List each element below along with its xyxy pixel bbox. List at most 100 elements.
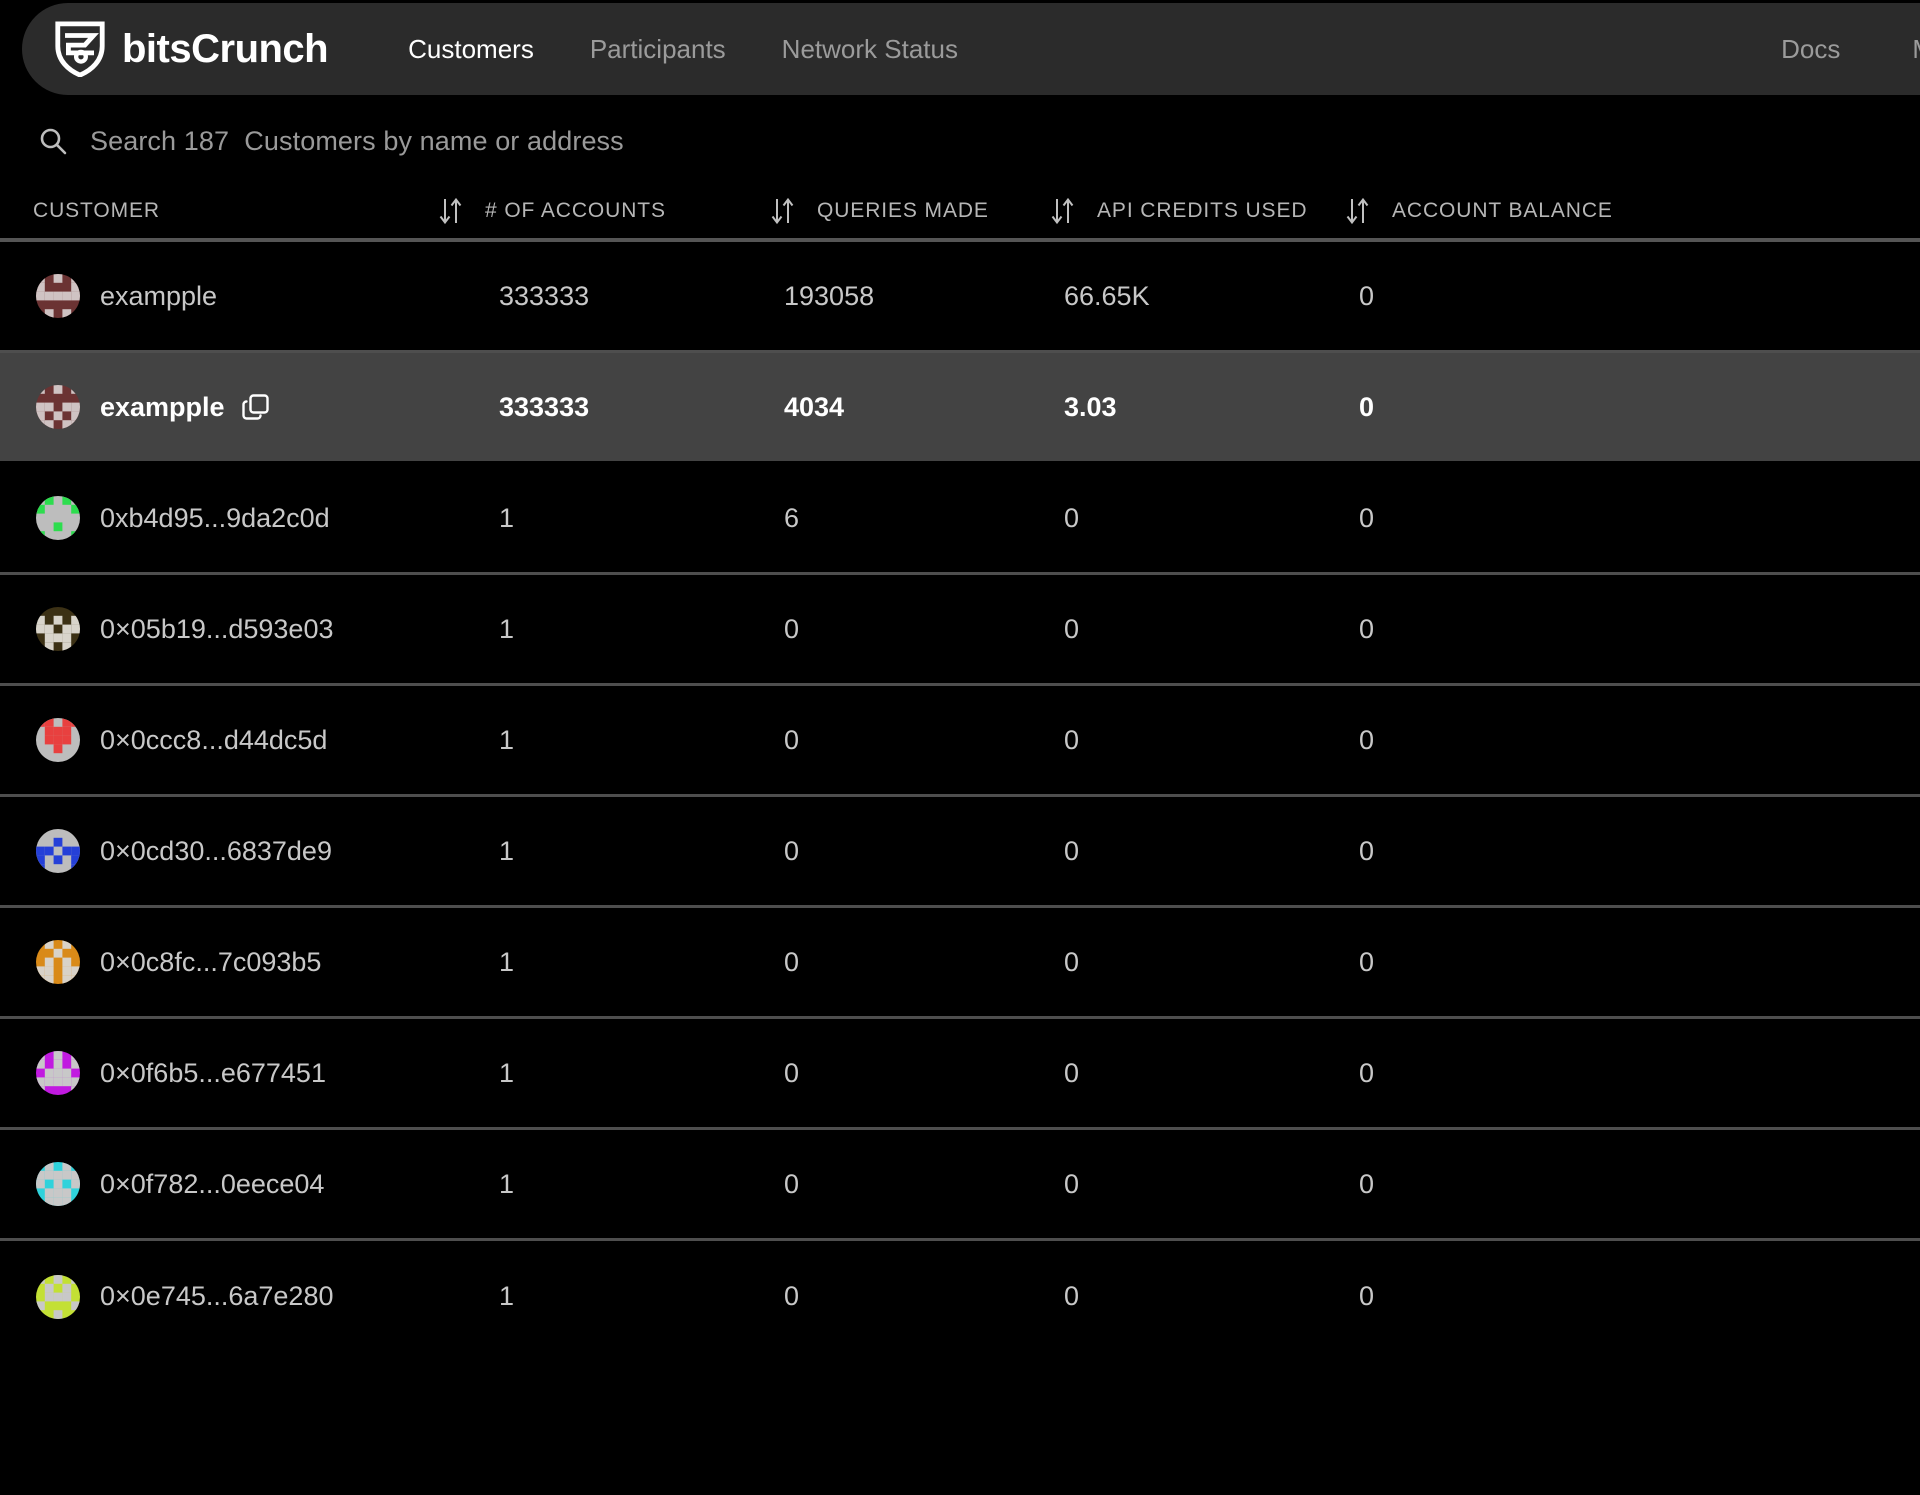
customer-name: 0×0cd30...6837de9 xyxy=(100,835,332,866)
top-navigation-bar: bitsCrunch Customers Participants Networ… xyxy=(0,0,1920,98)
sort-updown-icon[interactable] xyxy=(1345,196,1371,226)
cell-queries: 6 xyxy=(784,503,1064,534)
cell-balance: 0 xyxy=(1359,1169,1759,1200)
cell-customer[interactable]: exampple xyxy=(14,274,499,318)
accounts-value: 1 xyxy=(499,1057,515,1088)
cell-accounts: 1 xyxy=(499,836,784,867)
cell-accounts: 1 xyxy=(499,947,784,978)
search-input[interactable] xyxy=(90,125,990,157)
nav-link-network-status[interactable]: Network Status xyxy=(754,34,986,65)
credits-value: 0 xyxy=(1064,613,1080,644)
cell-queries: 0 xyxy=(784,947,1064,978)
table-header-row: CUSTOMER # OF ACCOUNTS QUERIES MADE API … xyxy=(0,184,1920,242)
nav-links-right: Docs M xyxy=(1745,34,1920,65)
avatar xyxy=(36,1162,80,1206)
customer-name: 0xb4d95...9da2c0d xyxy=(100,502,330,533)
avatar xyxy=(36,496,80,540)
cell-credits: 66.65K xyxy=(1064,281,1359,312)
cell-customer[interactable]: 0×05b19...d593e03 xyxy=(14,607,499,651)
copy-icon[interactable] xyxy=(241,393,270,422)
customer-name: 0×0e745...6a7e280 xyxy=(100,1281,334,1311)
cell-balance: 0 xyxy=(1359,503,1759,534)
table-row[interactable]: 0×0f782...0eece04 1 0 0 0 xyxy=(0,1130,1920,1241)
avatar xyxy=(36,718,80,762)
cell-balance: 0 xyxy=(1359,1058,1759,1089)
customer-name-group: 0×0ccc8...d44dc5d xyxy=(100,725,327,756)
sort-updown-icon[interactable] xyxy=(1050,196,1076,226)
customer-name-group: exampple xyxy=(100,281,217,312)
column-header-credits[interactable]: API CREDITS USED xyxy=(1050,196,1345,226)
queries-value: 0 xyxy=(784,835,800,866)
customers-table: CUSTOMER # OF ACCOUNTS QUERIES MADE API … xyxy=(0,184,1920,1352)
credits-value: 66.65K xyxy=(1064,280,1150,311)
cell-accounts: 333333 xyxy=(499,392,784,423)
brand[interactable]: bitsCrunch xyxy=(54,21,329,77)
table-row[interactable]: 0×05b19...d593e03 1 0 0 0 xyxy=(0,575,1920,686)
accounts-value: 1 xyxy=(499,502,515,533)
queries-value: 0 xyxy=(784,1168,800,1199)
accounts-value: 1 xyxy=(499,1281,515,1311)
customer-name-group: 0×0e745...6a7e280 xyxy=(100,1281,333,1312)
nav-link-participants[interactable]: Participants xyxy=(562,34,754,65)
table-row[interactable]: 0×0e745...6a7e280 1 0 0 0 xyxy=(0,1241,1920,1352)
table-row[interactable]: 0×0ccc8...d44dc5d 1 0 0 0 xyxy=(0,686,1920,797)
queries-value: 0 xyxy=(784,613,800,644)
table-row[interactable]: 0×0c8fc...7c093b5 1 0 0 0 xyxy=(0,908,1920,1019)
nav-link-customers[interactable]: Customers xyxy=(380,34,562,65)
balance-value: 0 xyxy=(1359,835,1375,866)
customer-name: 0×0f6b5...e677451 xyxy=(100,1057,326,1088)
balance-value: 0 xyxy=(1359,502,1375,533)
shield-logo-icon xyxy=(55,21,105,77)
queries-value: 0 xyxy=(784,724,800,755)
column-header-balance[interactable]: ACCOUNT BALANCE xyxy=(1345,196,1745,226)
cell-credits: 0 xyxy=(1064,1058,1359,1089)
cell-customer[interactable]: 0xb4d95...9da2c0d xyxy=(14,496,499,540)
cell-accounts: 1 xyxy=(499,1058,784,1089)
table-row[interactable]: exampple 333333 193058 66.65K 0 xyxy=(0,242,1920,353)
table-row[interactable]: exampple 333333 4034 3.03 0 xyxy=(0,353,1920,464)
sort-updown-icon[interactable] xyxy=(770,196,796,226)
queries-value: 6 xyxy=(784,502,800,533)
avatar xyxy=(36,385,80,429)
cell-customer[interactable]: 0×0c8fc...7c093b5 xyxy=(14,940,499,984)
accounts-value: 1 xyxy=(499,1168,515,1199)
customer-name: 0×05b19...d593e03 xyxy=(100,613,334,644)
cell-accounts: 1 xyxy=(499,1281,784,1312)
table-row[interactable]: 0xb4d95...9da2c0d 1 6 0 0 xyxy=(0,464,1920,575)
sort-updown-icon[interactable] xyxy=(438,196,464,226)
column-header-accounts-label: # OF ACCOUNTS xyxy=(485,199,666,222)
cell-credits: 0 xyxy=(1064,947,1359,978)
cell-balance: 0 xyxy=(1359,836,1759,867)
cell-credits: 0 xyxy=(1064,836,1359,867)
balance-value: 0 xyxy=(1359,1057,1375,1088)
nav-link-truncated[interactable]: M xyxy=(1876,34,1920,65)
balance-value: 0 xyxy=(1359,1168,1375,1199)
avatar xyxy=(36,829,80,873)
cell-customer[interactable]: 0×0f6b5...e677451 xyxy=(14,1051,499,1095)
table-row[interactable]: 0×0f6b5...e677451 1 0 0 0 xyxy=(0,1019,1920,1130)
column-header-customer[interactable]: CUSTOMER xyxy=(0,196,485,226)
cell-customer[interactable]: 0×0f782...0eece04 xyxy=(14,1162,499,1206)
cell-customer[interactable]: 0×0ccc8...d44dc5d xyxy=(14,718,499,762)
cell-queries: 0 xyxy=(784,1058,1064,1089)
cell-customer[interactable]: exampple xyxy=(14,385,499,429)
cell-customer[interactable]: 0×0cd30...6837de9 xyxy=(14,829,499,873)
table-row[interactable]: 0×0cd30...6837de9 1 0 0 0 xyxy=(0,797,1920,908)
column-header-accounts[interactable]: # OF ACCOUNTS xyxy=(485,199,770,223)
nav-link-docs[interactable]: Docs xyxy=(1745,34,1876,65)
credits-value: 0 xyxy=(1064,1057,1080,1088)
credits-value: 0 xyxy=(1064,502,1080,533)
queries-value: 0 xyxy=(784,946,800,977)
credits-value: 0 xyxy=(1064,946,1080,977)
balance-value: 0 xyxy=(1359,391,1375,422)
customer-name-group: 0×0c8fc...7c093b5 xyxy=(100,947,321,978)
column-header-queries[interactable]: QUERIES MADE xyxy=(770,196,1050,226)
avatar xyxy=(36,1274,80,1319)
cell-queries: 0 xyxy=(784,614,1064,645)
cell-balance: 0 xyxy=(1359,725,1759,756)
search-bar xyxy=(0,98,1920,184)
cell-customer[interactable]: 0×0e745...6a7e280 xyxy=(14,1274,499,1319)
column-header-balance-label: ACCOUNT BALANCE xyxy=(1392,199,1613,222)
cell-balance: 0 xyxy=(1359,281,1759,312)
cell-accounts: 1 xyxy=(499,503,784,534)
